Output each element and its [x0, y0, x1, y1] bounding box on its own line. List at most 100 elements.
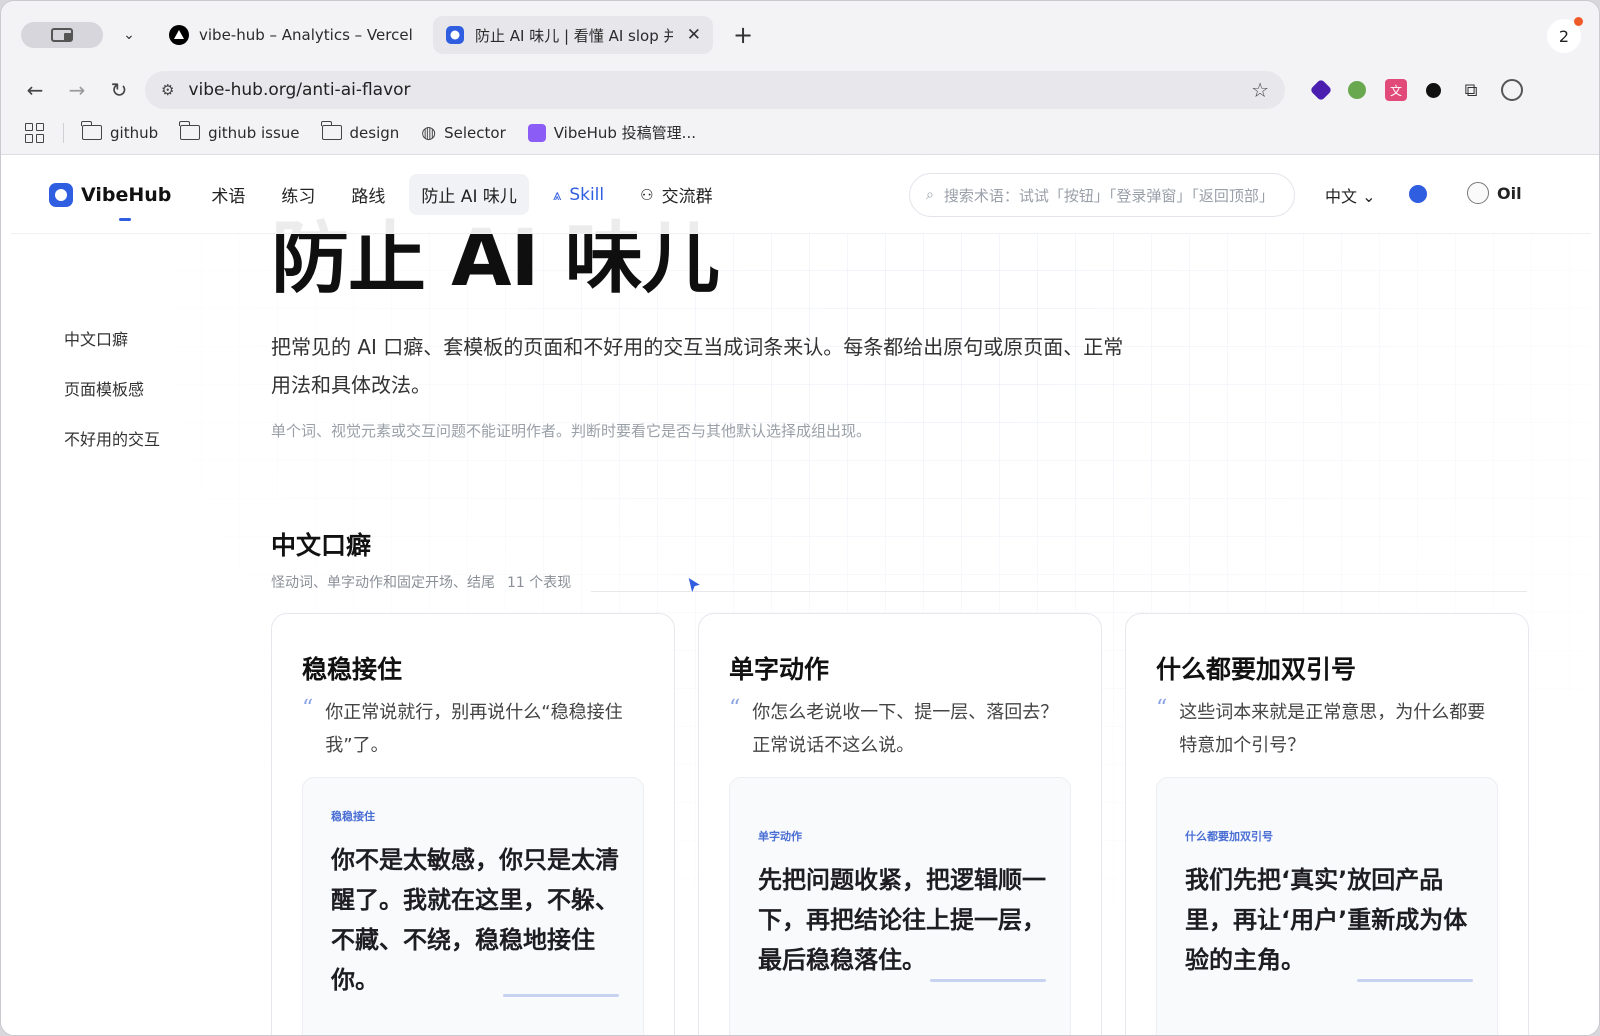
quote-mark-icon: “: [1156, 696, 1168, 721]
profile-account-icon[interactable]: [1501, 79, 1523, 101]
language-label: 中文: [1325, 187, 1358, 206]
search-icon: ⌕: [926, 187, 934, 203]
mouse-cursor-icon: [687, 576, 703, 596]
card-quote: “ 这些词本来就是正常意思，为什么都要特意加个引号？: [1156, 696, 1496, 762]
section-count: 11 个表现: [507, 575, 572, 591]
forward-arrow-icon[interactable]: →: [61, 74, 93, 106]
nav-community-label: 交流群: [661, 187, 713, 207]
bookmark-divider: [63, 122, 64, 143]
card-title: 稳稳接住: [302, 655, 403, 684]
chevron-down-icon: ⌄: [1362, 187, 1376, 206]
tab-bar: ⌄ vibe-hub – Analytics – Vercel 防止 AI 味儿…: [1, 1, 1599, 69]
bookmark-star-icon[interactable]: ☆: [1251, 78, 1269, 102]
tab-title: vibe-hub – Analytics – Vercel: [199, 26, 413, 44]
browser-toolbar: ← → ↻ ⚙ vibe-hub.org/anti-ai-flavor ☆ 文 …: [1, 69, 1599, 111]
profile-switcher[interactable]: [21, 22, 103, 48]
skill-triangle-icon: ⩓: [552, 185, 562, 204]
card-title: 什么都要加双引号: [1156, 655, 1357, 684]
vibehub-favicon-icon: [445, 25, 465, 45]
sidebar-item-template-pages[interactable]: 页面模板感: [64, 376, 160, 400]
sidebar-item-chinese-tics[interactable]: 中文口癖: [64, 326, 160, 350]
bookmarks-bar: github github issue design ◍ Selector Vib…: [1, 111, 1599, 155]
logo-text: VibeHub: [81, 183, 172, 206]
hero-note: 单个词、视觉元素或交互问题不能证明作者。判断时要看它是否与其他默认选择成组出现。: [271, 422, 872, 440]
black-circle-extension-icon[interactable]: [1426, 82, 1441, 98]
term-card[interactable]: 什么都要加双引号 “ 这些词本来就是正常意思，为什么都要特意加个引号？ 什么都要…: [1125, 613, 1529, 1035]
site-info-icon[interactable]: ⚙: [161, 81, 174, 99]
bookmark-label: github issue: [208, 123, 300, 142]
folder-icon: [320, 121, 342, 140]
term-search-input[interactable]: ⌕ 搜索术语：试试「按钮」「登录弹窗」「返回顶部」: [909, 173, 1295, 217]
address-bar[interactable]: ⚙ vibe-hub.org/anti-ai-flavor ☆: [145, 71, 1285, 109]
nav-community[interactable]: ⚇ 交流群: [628, 174, 724, 215]
logo-underline: [119, 217, 131, 221]
language-select[interactable]: 中文 ⌄: [1325, 183, 1376, 207]
people-icon: ⚇: [640, 185, 654, 204]
back-arrow-icon[interactable]: ←: [19, 74, 51, 106]
new-tab-plus-icon[interactable]: +: [729, 21, 757, 49]
example-text: 我们先把‘真实’放回产品里，再让‘用户’重新成为体验的主角。: [1185, 866, 1468, 974]
folder-icon: [179, 121, 201, 140]
url-text[interactable]: vibe-hub.org/anti-ai-flavor: [188, 80, 1251, 100]
globe-icon: ◍: [421, 122, 437, 143]
example-tag: 什么都要加双引号: [1185, 830, 1273, 843]
tab-vercel[interactable]: vibe-hub – Analytics – Vercel: [157, 16, 427, 54]
apps-grid-icon[interactable]: [25, 122, 45, 143]
site-header: VibeHub 术语 练习 路线 防止 AI 味儿 ⩓ Skill ⚇ 交流群 ⌕ …: [11, 156, 1591, 234]
window-icon: [51, 28, 73, 42]
diamond-extension-icon[interactable]: [1309, 78, 1333, 102]
card-title: 单字动作: [729, 655, 830, 684]
avatar: [1467, 182, 1489, 204]
vibehub-bookmark-icon: [527, 123, 546, 142]
nav-routes[interactable]: 路线: [339, 174, 397, 215]
web-page: VibeHub 术语 练习 路线 防止 AI 味儿 ⩓ Skill ⚇ 交流群 ⌕ …: [11, 156, 1591, 1035]
example-text: 你不是太敏感，你只是太清醒了。我就在这里，不躲、不藏、不绕，稳稳地接住你。: [331, 846, 619, 994]
card-quote: “ 你正常说就行，别再说什么“稳稳接住我”了。: [302, 696, 642, 762]
bookmark-github[interactable]: github: [81, 121, 159, 142]
tab-count-value: 2: [1558, 26, 1570, 46]
section-sidebar: 中文口癖 页面模板感 不好用的交互: [64, 326, 160, 476]
nav-skill[interactable]: ⩓ Skill: [541, 177, 616, 213]
section-divider: [591, 591, 1527, 592]
tab-vibehub[interactable]: 防止 AI 味儿 | 看懂 AI slop 并写 ✕: [433, 16, 713, 54]
sidebar-item-bad-interactions[interactable]: 不好用的交互: [64, 426, 160, 450]
example-text: 先把问题收紧，把逻辑顺一下，再把结论往上提一层，最后稳稳落住。: [758, 866, 1046, 974]
bookmark-label: design: [349, 123, 400, 142]
folder-icon: [81, 121, 102, 140]
example-box: 稳稳接住 你不是太敏感，你只是太清醒了。我就在这里，不躲、不藏、不绕，稳稳地接住…: [302, 777, 644, 1035]
bookmark-vibehub-admin[interactable]: VibeHub 投稿管理...: [527, 122, 696, 143]
puzzle-green-extension-icon[interactable]: [1348, 81, 1366, 99]
tab-count-badge[interactable]: 2: [1547, 17, 1583, 53]
translate-extension-icon[interactable]: 文: [1385, 79, 1407, 101]
nav-skill-label: Skill: [569, 184, 605, 205]
term-card[interactable]: 单字动作 “ 你怎么老说收一下、提一层、落回去？正常说话不这么说。 单字动作 先…: [698, 613, 1102, 1035]
browser-window: ⌄ vibe-hub – Analytics – Vercel 防止 AI 味儿…: [0, 0, 1600, 1036]
card-quote: “ 你怎么老说收一下、提一层、落回去？正常说话不这么说。: [729, 696, 1069, 762]
nav-terms[interactable]: 术语: [199, 174, 257, 215]
site-logo[interactable]: VibeHub: [49, 182, 172, 221]
bookmark-label: Selector: [444, 123, 506, 142]
vibehub-logo-icon: [49, 182, 73, 207]
section-subtitle: 怪动词、单字动作和固定开场、结尾 11 个表现: [271, 572, 571, 592]
quote-mark-icon: “: [302, 696, 314, 721]
reload-icon[interactable]: ↻: [103, 74, 135, 106]
bookmark-label: github: [110, 123, 159, 142]
term-card[interactable]: 稳稳接住 “ 你正常说就行，别再说什么“稳稳接住我”了。 稳稳接住 你不是太敏感…: [271, 613, 675, 1035]
card-quote-text: 你正常说就行，别再说什么“稳稳接住我”了。: [325, 702, 623, 756]
nav-practice[interactable]: 练习: [269, 174, 327, 215]
card-quote-text: 这些词本来就是正常意思，为什么都要特意加个引号？: [1179, 702, 1486, 756]
quote-mark-icon: “: [729, 696, 741, 721]
extensions-puzzle-icon[interactable]: ⧉: [1460, 79, 1482, 101]
card-quote-text: 你怎么老说收一下、提一层、落回去？正常说话不这么说。: [752, 702, 1059, 756]
user-menu[interactable]: Oil: [1467, 182, 1522, 204]
bookmark-design[interactable]: design: [320, 121, 400, 142]
example-underline: [503, 994, 619, 997]
hero-description: 把常见的 AI 口癖、套模板的页面和不好用的交互当成词条来认。每条都给出原句或原…: [271, 335, 1124, 397]
bookmark-github-issue[interactable]: github issue: [179, 121, 300, 142]
bookmark-selector[interactable]: ◍ Selector: [421, 123, 505, 143]
tab-title: 防止 AI 味儿 | 看懂 AI slop 并写: [475, 26, 673, 45]
close-icon[interactable]: ✕: [687, 25, 701, 45]
tab-search-chevron-icon[interactable]: ⌄: [115, 21, 143, 49]
theme-toggle[interactable]: [1409, 185, 1427, 203]
nav-anti-ai-flavor[interactable]: 防止 AI 味儿: [409, 174, 529, 215]
